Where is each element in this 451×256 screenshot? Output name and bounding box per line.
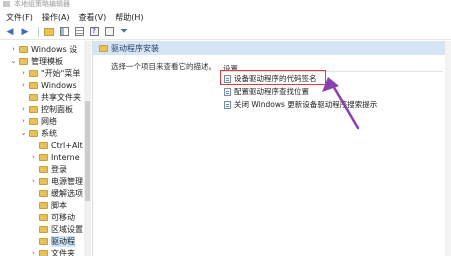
folder-icon xyxy=(39,177,48,185)
menu-view[interactable]: 查看(V) xyxy=(79,12,107,23)
folder-icon xyxy=(39,153,48,161)
tree-item-windows-components[interactable]: › Windows xyxy=(20,79,77,91)
folder-icon xyxy=(39,213,48,221)
expand-icon[interactable]: › xyxy=(20,69,27,77)
properties-icon[interactable] xyxy=(73,26,85,38)
folder-icon xyxy=(99,44,108,52)
menu-action[interactable]: 操作(A) xyxy=(42,12,70,23)
folder-icon xyxy=(19,45,28,53)
expand-icon[interactable]: › xyxy=(20,117,27,125)
policy-setting-icon xyxy=(224,100,231,109)
group-policy-editor-window: 本地组策略编辑器 文件(F) 操作(A) 查看(V) 帮助(H) ◀ ▶ ? ⏷… xyxy=(0,0,451,256)
collapse-icon[interactable]: ⌄ xyxy=(10,57,17,65)
tree-item-logon[interactable]: 登录 xyxy=(30,163,67,175)
toolbar-separator xyxy=(38,26,39,37)
folder-icon xyxy=(29,129,38,137)
tree-item-folder-redirection[interactable]: › 文件夹 xyxy=(30,247,75,256)
tree-item-admin-templates[interactable]: ⌄ 管理模板 xyxy=(10,55,63,67)
tree-item-scripts[interactable]: 脚本 xyxy=(30,199,67,211)
view-icon[interactable] xyxy=(103,26,115,38)
folder-icon xyxy=(29,105,38,113)
folder-icon xyxy=(29,69,38,77)
folder-icon xyxy=(39,141,48,149)
expand-icon[interactable]: › xyxy=(20,81,27,89)
folder-icon xyxy=(39,201,48,209)
expand-icon[interactable]: › xyxy=(10,45,17,53)
details-pane: 驱动程序安装 选择一个项目来查看它的描述。 设置 设备驱动程序的代码签名 配置驱… xyxy=(93,41,445,256)
tree-scrollbar[interactable] xyxy=(84,41,91,256)
description-text: 选择一个项目来查看它的描述。 xyxy=(111,62,216,71)
folder-up-icon[interactable] xyxy=(43,26,55,38)
tree-item-ctrl-alt-del[interactable]: Ctrl+Alt xyxy=(30,139,83,151)
show-hide-tree-icon[interactable] xyxy=(58,26,70,38)
highlight-box xyxy=(220,70,326,85)
tree-item-locale-services[interactable]: 区域设置 xyxy=(30,223,83,235)
folder-icon xyxy=(39,165,48,173)
tree-scrollbar-thumb[interactable] xyxy=(85,101,90,201)
tree-item-shared-folders[interactable]: 共享文件夹 xyxy=(20,91,81,103)
pane-scrollbar[interactable] xyxy=(445,41,451,256)
folder-icon xyxy=(29,117,38,125)
folder-icon xyxy=(19,57,28,65)
menu-bar: 文件(F) 操作(A) 查看(V) 帮助(H) xyxy=(0,10,451,24)
expand-icon[interactable]: › xyxy=(20,105,27,113)
policy-tree: › Windows 设 ⌄ 管理模板 › "开始"菜单 › Windows 共享文件夹 … xyxy=(0,41,93,256)
toolbar: ◀ ▶ ? ⏷ xyxy=(0,24,451,40)
tree-item-removable-storage[interactable]: 可移动 xyxy=(30,211,75,223)
folder-icon xyxy=(39,225,48,233)
tree-item-mitigation-options[interactable]: 缓解选项 xyxy=(30,187,83,199)
tree-item-power-management[interactable]: › 电源管理 xyxy=(30,175,83,187)
collapse-icon[interactable]: ⌄ xyxy=(20,129,27,137)
expand-icon[interactable]: › xyxy=(30,177,37,185)
tree-item-control-panel[interactable]: › 控制面板 xyxy=(20,103,73,115)
help-icon[interactable]: ? xyxy=(88,26,100,38)
filter-icon[interactable]: ⏷ xyxy=(118,26,130,38)
policy-label: 关闭 Windows 更新设备驱动程序搜索提示 xyxy=(234,100,378,109)
back-icon[interactable]: ◀ xyxy=(4,26,16,38)
menu-help[interactable]: 帮助(H) xyxy=(115,12,143,23)
window-title: 本地组策略编辑器 xyxy=(14,0,70,8)
menu-file[interactable]: 文件(F) xyxy=(6,12,33,23)
app-icon xyxy=(3,1,10,7)
tree-item-start-menu[interactable]: › "开始"菜单 xyxy=(20,67,80,79)
folder-icon xyxy=(39,237,48,245)
pane-title: 驱动程序安装 xyxy=(111,43,159,53)
policy-row-turn-off-update-prompt[interactable]: 关闭 Windows 更新设备驱动程序搜索提示 xyxy=(224,99,377,110)
policy-setting-icon xyxy=(224,87,231,96)
folder-icon xyxy=(39,189,48,197)
folder-icon xyxy=(29,93,38,101)
tree-item-network[interactable]: › 网络 xyxy=(20,115,57,127)
tree-item-windows-settings[interactable]: › Windows 设 xyxy=(10,43,77,55)
title-bar: 本地组策略编辑器 xyxy=(0,0,451,10)
folder-icon xyxy=(29,81,38,89)
expand-icon[interactable]: › xyxy=(30,249,37,256)
pane-header: 驱动程序安装 xyxy=(93,41,445,55)
forward-icon[interactable]: ▶ xyxy=(19,26,31,38)
expand-icon[interactable]: › xyxy=(30,153,37,161)
folder-icon xyxy=(39,249,48,256)
tree-item-internet[interactable]: › Interne xyxy=(30,151,80,163)
tree-item-system[interactable]: ⌄ 系统 xyxy=(20,127,57,139)
policy-label: 配置驱动程序查找位置 xyxy=(234,87,309,96)
tree-item-driver-installation[interactable]: 驱动程 xyxy=(30,235,75,247)
policy-row-driver-search-location[interactable]: 配置驱动程序查找位置 xyxy=(224,86,309,97)
